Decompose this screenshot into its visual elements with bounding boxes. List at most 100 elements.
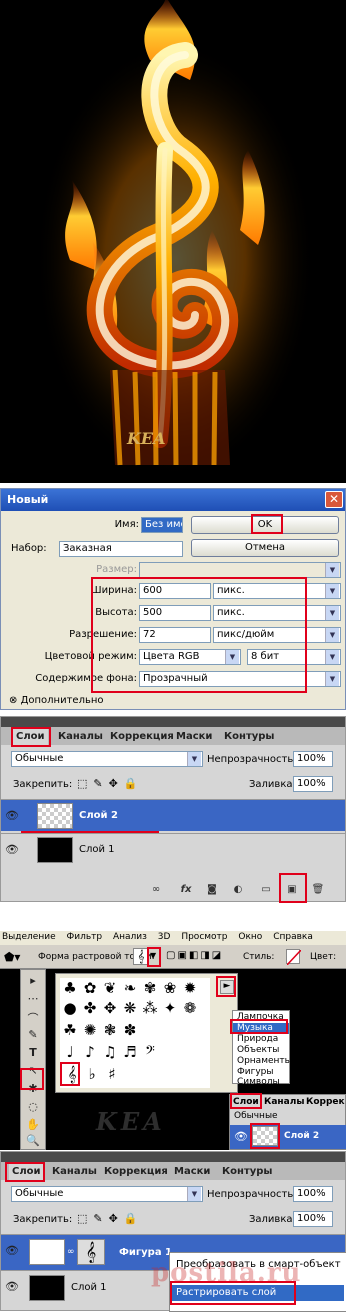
eye-icon[interactable]: 👁 xyxy=(5,1280,21,1293)
height-unit-select[interactable]: пикс. ▼ xyxy=(213,605,341,621)
shape-item[interactable]: ✾ xyxy=(142,980,158,996)
menu-window[interactable]: Окно xyxy=(238,932,262,942)
menu-item-music[interactable]: Музыка xyxy=(233,1023,289,1034)
tab-layers[interactable]: Слои xyxy=(13,729,48,745)
trash-icon[interactable]: 🗑 xyxy=(311,884,325,897)
menu-3d[interactable]: 3D xyxy=(158,932,171,942)
hand-tool-icon[interactable]: ✋ xyxy=(24,1118,42,1134)
eye-icon[interactable]: 👁 xyxy=(5,843,21,856)
eye-icon[interactable]: 👁 xyxy=(5,809,21,822)
menu-filter[interactable]: Фильтр xyxy=(66,932,102,942)
fill-field[interactable]: 100% xyxy=(293,1211,333,1227)
width-unit-select[interactable]: пикс. ▼ xyxy=(213,583,341,599)
pen-tool-icon[interactable]: ✎ xyxy=(24,1028,42,1044)
layer-name[interactable]: Слой 2 xyxy=(284,1131,319,1141)
treble-clef-shape[interactable]: 𝄞 xyxy=(64,1066,80,1082)
type-tool-icon[interactable]: T xyxy=(24,1046,42,1062)
layer-name[interactable]: Слой 1 xyxy=(71,1282,107,1293)
tab-channels[interactable]: Каналы xyxy=(49,1164,100,1180)
shape-item[interactable]: ♫ xyxy=(102,1044,118,1060)
opacity-field[interactable]: 100% xyxy=(293,1186,333,1202)
menu-item-smart-object[interactable]: Преобразовать в смарт-объект xyxy=(176,1259,341,1270)
menu-item[interactable]: Природа xyxy=(233,1034,289,1045)
shape-item[interactable]: ♩ xyxy=(62,1044,78,1060)
color-mode-select[interactable]: Цвета RGB ▼ xyxy=(139,649,241,665)
shape-item[interactable]: ♣ xyxy=(62,980,78,996)
fill-field[interactable]: 100% xyxy=(293,776,333,792)
advanced-toggle[interactable]: ⊗ Дополнительно xyxy=(9,695,104,706)
layer-row[interactable]: 👁 Слой 1 xyxy=(1,833,345,865)
lasso-tool-icon[interactable]: ⌒ xyxy=(24,1010,42,1026)
cancel-button[interactable]: Отмена xyxy=(191,539,339,557)
shape-item[interactable]: ❀ xyxy=(162,980,178,996)
tab-adjustments[interactable]: Коррек xyxy=(306,1097,345,1107)
width-field[interactable]: 600 xyxy=(139,583,211,599)
resolution-field[interactable]: 72 xyxy=(139,627,211,643)
shape-item[interactable]: ♯ xyxy=(104,1066,120,1082)
shape-item[interactable]: ● xyxy=(62,1000,78,1016)
tab-channels[interactable]: Каналы xyxy=(264,1097,304,1107)
opacity-field[interactable]: 100% xyxy=(293,751,333,767)
shape-item[interactable]: ✺ xyxy=(82,1022,98,1038)
layer-name[interactable]: Фигура 1 xyxy=(119,1247,172,1258)
custom-shape-tool-icon[interactable]: ✱ xyxy=(24,1082,42,1098)
eye-icon[interactable]: 👁 xyxy=(234,1130,250,1143)
lock-icons[interactable]: ⬚✎✥🔒 xyxy=(77,1212,144,1225)
blend-mode-select[interactable]: Обычные ▼ xyxy=(11,1186,203,1202)
shape-item[interactable]: ❧ xyxy=(122,980,138,996)
ok-button[interactable]: OK xyxy=(191,516,339,534)
path-select-icon[interactable]: ↖ xyxy=(24,1064,42,1080)
tab-masks[interactable]: Маски xyxy=(171,1164,213,1180)
shape-item[interactable]: ❋ xyxy=(122,1000,138,1016)
shape-item[interactable]: ✦ xyxy=(162,1000,178,1016)
shape-item[interactable]: ❦ xyxy=(102,980,118,996)
new-layer-icon[interactable]: ▣ xyxy=(285,884,299,897)
shape-item[interactable]: 𝄢 xyxy=(142,1044,158,1060)
clef-preview-icon[interactable]: 𝄞 xyxy=(133,948,149,965)
marquee-tool-icon[interactable]: ⋯ xyxy=(24,992,42,1008)
zoom-tool-icon[interactable]: 🔍 xyxy=(24,1134,42,1150)
preset-select[interactable]: Заказная xyxy=(59,541,183,557)
tab-layers[interactable]: Слои xyxy=(233,1097,259,1107)
rotate-tool-icon[interactable]: ◌ xyxy=(24,1100,42,1116)
picker-menu-icon[interactable]: ► xyxy=(220,980,234,994)
lock-icons[interactable]: ⬚✎✥🔒 xyxy=(77,777,144,790)
background-select[interactable]: Прозрачный ▼ xyxy=(139,671,341,687)
path-ops-icons[interactable]: ▢▣◧◨◪ xyxy=(166,950,223,961)
shape-item[interactable]: ✹ xyxy=(182,980,198,996)
style-swatch[interactable] xyxy=(286,949,302,966)
blend-mode-value[interactable]: Обычные xyxy=(234,1111,278,1121)
layer-row[interactable]: 👁 Слой 2 xyxy=(1,799,345,831)
menu-select[interactable]: Выделение xyxy=(2,932,56,942)
tab-adjustments[interactable]: Коррекция xyxy=(107,729,177,745)
tab-layers[interactable]: Слои xyxy=(9,1164,44,1180)
shape-item[interactable]: ♪ xyxy=(82,1044,98,1060)
tab-channels[interactable]: Каналы xyxy=(55,729,106,745)
fx-icon[interactable]: fx xyxy=(179,884,193,897)
shape-item[interactable]: ❁ xyxy=(182,1000,198,1016)
shape-item[interactable]: ❃ xyxy=(102,1022,118,1038)
tab-paths[interactable]: Контуры xyxy=(221,729,277,745)
height-field[interactable]: 500 xyxy=(139,605,211,621)
menu-item[interactable]: Символы xyxy=(233,1077,289,1088)
shape-item[interactable]: ✥ xyxy=(102,1000,118,1016)
menu-view[interactable]: Просмотр xyxy=(181,932,227,942)
link-icon[interactable]: ∞ xyxy=(149,884,163,897)
shape-item[interactable]: ☘ xyxy=(62,1022,78,1038)
move-tool-icon[interactable]: ▸ xyxy=(24,974,42,990)
menu-help[interactable]: Справка xyxy=(273,932,313,942)
menu-item-rasterize[interactable]: Растрировать слой xyxy=(172,1285,344,1301)
tab-adjustments[interactable]: Коррекция xyxy=(101,1164,171,1180)
resolution-unit-select[interactable]: пикс/дюйм ▼ xyxy=(213,627,341,643)
chevron-down-icon[interactable]: ▼ xyxy=(150,951,156,960)
bit-depth-select[interactable]: 8 бит ▼ xyxy=(247,649,341,665)
shape-tool-icon[interactable]: ⬟▾ xyxy=(4,950,20,964)
menu-item[interactable]: Объекты xyxy=(233,1045,289,1056)
menu-analysis[interactable]: Анализ xyxy=(113,932,147,942)
mask-icon[interactable]: ◙ xyxy=(205,884,219,897)
folder-icon[interactable]: ▭ xyxy=(259,884,273,897)
shape-item[interactable]: ✤ xyxy=(82,1000,98,1016)
menu-item[interactable]: Орнаменты xyxy=(233,1056,292,1067)
layer-row[interactable]: 👁 Слой 2 xyxy=(230,1125,346,1149)
blend-mode-select[interactable]: Обычные ▼ xyxy=(11,751,203,767)
